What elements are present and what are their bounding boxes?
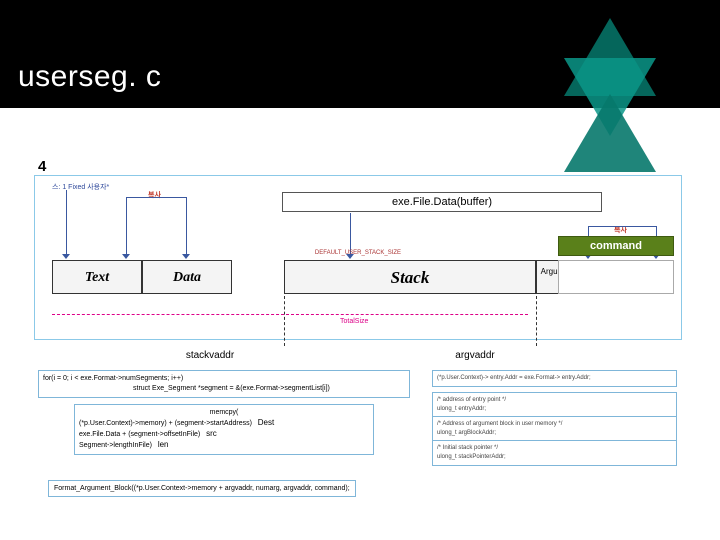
command-box: command [558,236,674,256]
argvaddr-label: argvaddr [440,350,510,361]
format-call: Format_Argument_Block((*p.User.Context->… [54,485,350,492]
page-title: userseg. c [18,60,161,94]
entry-addr-note: /* address of entry point */ ulong_t ent… [432,392,677,418]
page-number: 4 [38,158,46,175]
memcpy-label: memcpy( [79,408,369,418]
korean-small-label: 스: 1 Fixed 사용자* [52,182,109,192]
src-tag: src [206,429,217,438]
argblock-note: /* Address of argument block in user mem… [432,416,677,442]
note2b: ulong_t entryAddr; [437,406,486,412]
for-loop-box: for(i = 0; i < exe.Format->numSegments; … [38,370,410,398]
note3b: ulong_t argBlockAddr; [437,430,496,436]
memcpy-box: memcpy( (*p.User.Context)->memory) + (se… [74,404,374,455]
format-argument-block-box: Format_Argument_Block((*p.User.Context->… [48,480,356,497]
dest-line: (*p.User.Context)->memory) + (segment->s… [79,420,252,427]
total-size-range [52,314,528,315]
stackvaddr-label: stackvaddr [170,350,250,361]
segment-text: Text [52,260,142,294]
note2a: /* address of entry point */ [437,397,506,403]
stack-size-label: DEFAULT_USER_STACK_SIZE [284,250,432,256]
src-line: exe.File.Data + (segment->offsetInFile) [79,431,200,438]
stackptr-note: /* Initial stack pointer */ ulong_t stac… [432,440,677,466]
segment-stack: Stack [284,260,536,294]
segment-decl: struct Exe_Segment *segment = &(exe.Form… [133,384,330,394]
note3a: /* Address of argument block in user mem… [437,421,562,427]
stackvaddr-line [284,296,285,346]
exe-file-data-box: exe.File.Data(buffer) [282,192,602,212]
note4a: /* Initial stack pointer */ [437,445,498,451]
for-line: for(i = 0; i < exe.Format->numSegments; … [43,375,183,382]
total-size-label: TotalSize [340,318,368,325]
len-line: Segment->lengthInFile) [79,442,152,449]
len-tag: len [158,440,169,449]
dest-tag: Dest [258,418,274,427]
entry-addr-box: (*p.User.Context)-> entry.Addr = exe.For… [432,370,677,387]
segment-data: Data [142,260,232,294]
command-target-slot [558,260,674,294]
copy-label-a: 복사 [148,190,161,200]
argvaddr-line [536,296,537,346]
note4b: ulong_t stackPointerAddr; [437,454,506,460]
entry-addr-line: (*p.User.Context)-> entry.Addr = exe.For… [437,375,591,381]
